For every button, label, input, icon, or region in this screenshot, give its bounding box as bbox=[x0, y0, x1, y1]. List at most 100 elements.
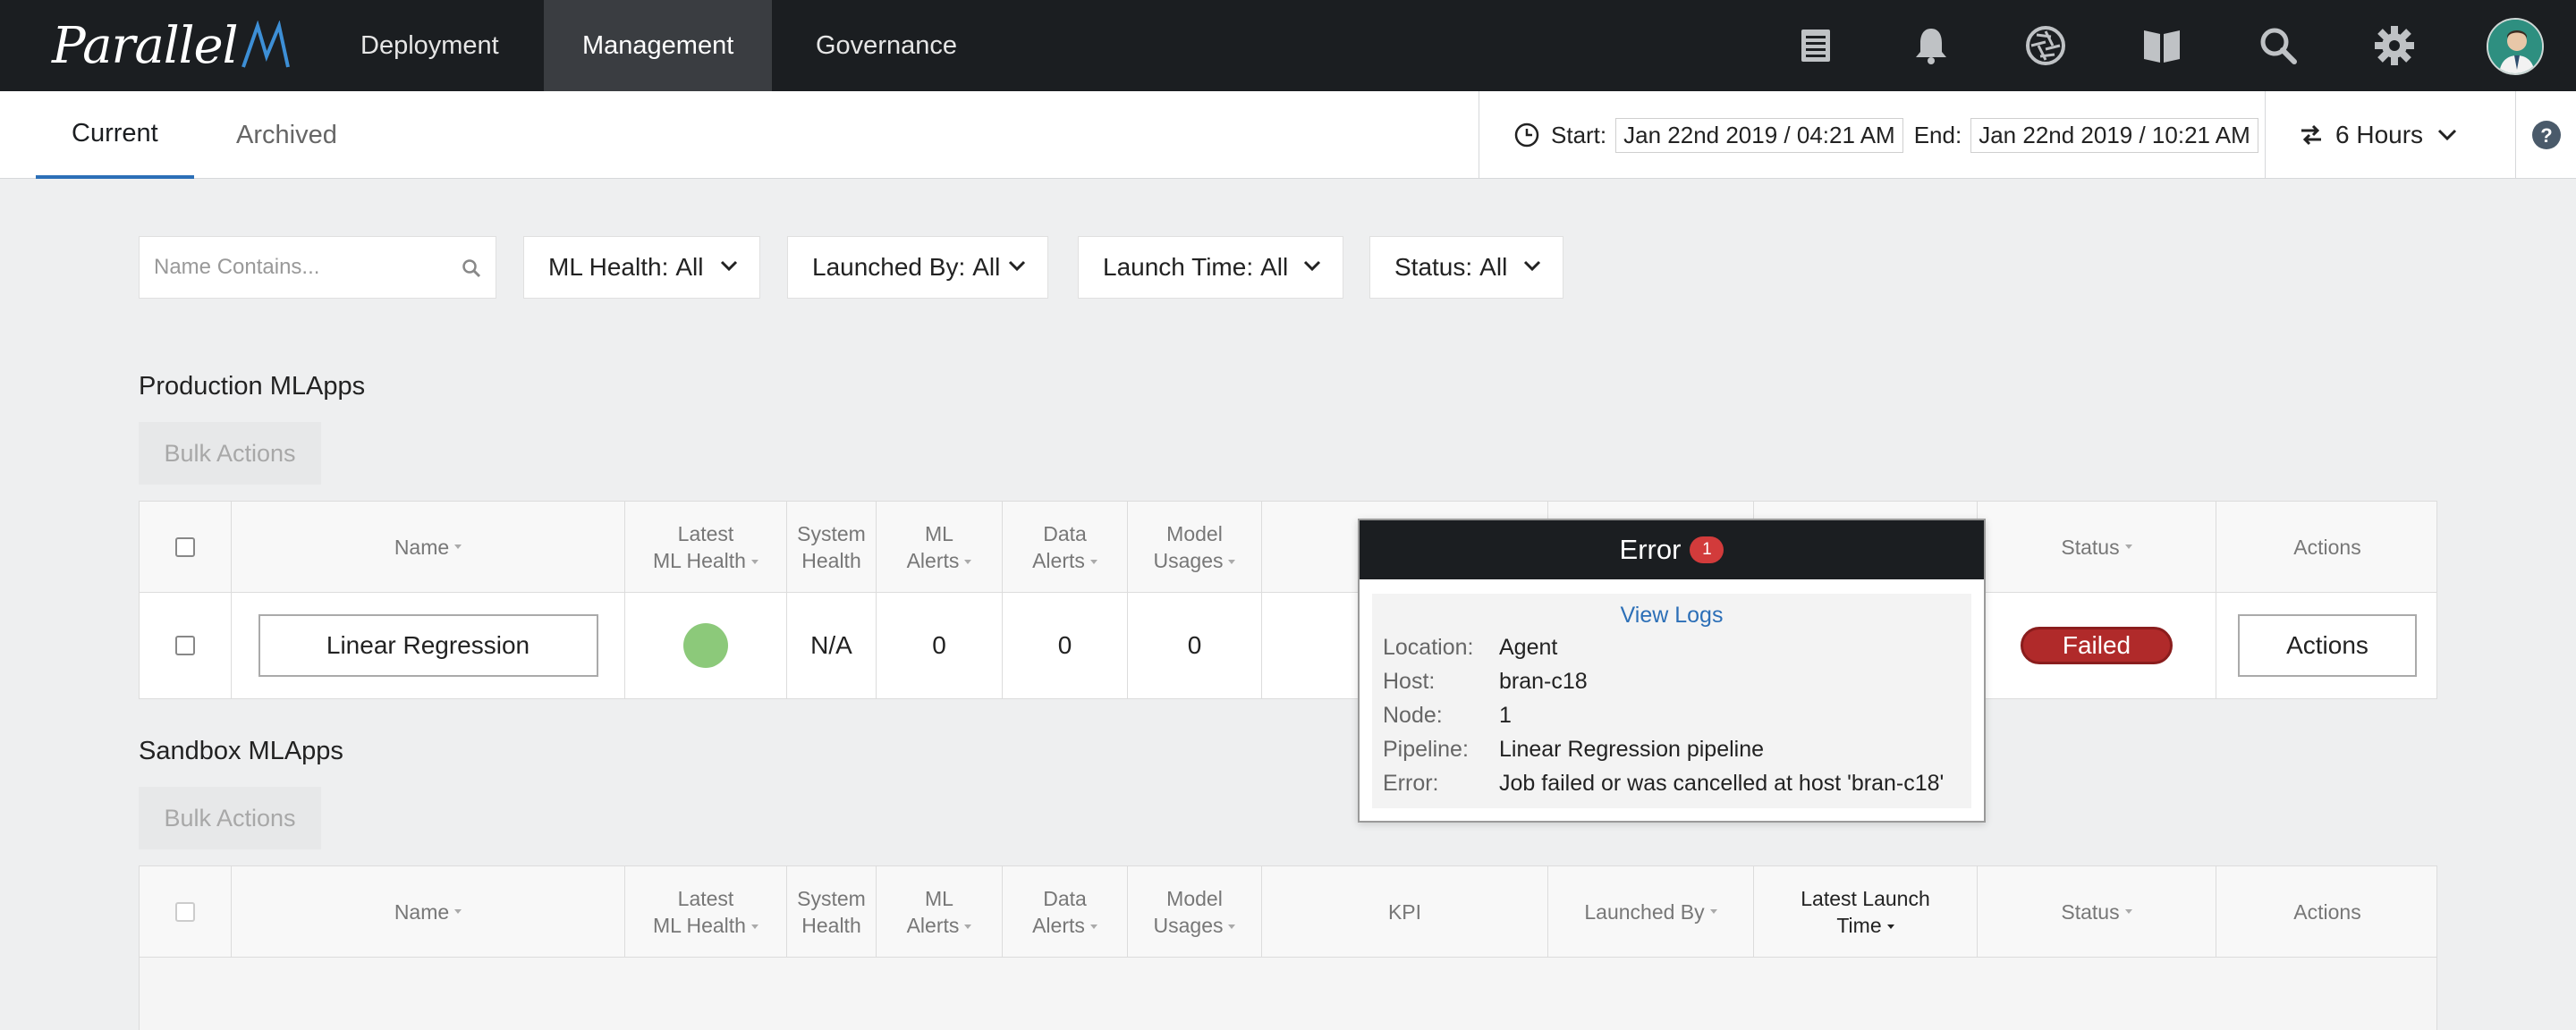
col-label: KPI bbox=[1387, 899, 1422, 924]
col-ml-alerts[interactable]: ML Alerts bbox=[877, 866, 1003, 957]
col-label: ML Health bbox=[653, 548, 746, 572]
col-label: Usages bbox=[1153, 913, 1224, 937]
production-bulk-actions-button[interactable]: Bulk Actions bbox=[139, 422, 321, 485]
field-value: bran-c18 bbox=[1499, 669, 1588, 694]
chevron-down-icon bbox=[1523, 260, 1541, 272]
row-select-cell bbox=[140, 593, 232, 698]
col-data-alerts[interactable]: Data Alerts bbox=[1003, 502, 1128, 592]
sandbox-table: Name Latest ML Health System Health ML Aler… bbox=[139, 865, 2437, 1030]
error-popup-body: View Logs Location: Agent Host: bran-c18 N… bbox=[1372, 594, 1971, 808]
sort-caret-icon bbox=[1228, 924, 1236, 929]
production-section-title: Production MLApps bbox=[139, 372, 366, 401]
search-icon[interactable] bbox=[2252, 20, 2304, 72]
launch-time-filter[interactable]: Launch Time: All bbox=[1078, 236, 1343, 299]
col-actions: Actions bbox=[2216, 866, 2438, 957]
select-all-checkbox[interactable] bbox=[175, 536, 195, 557]
field-key: Pipeline: bbox=[1383, 737, 1469, 762]
col-latest-ml-health[interactable]: Latest ML Health bbox=[625, 866, 787, 957]
launched-by-filter[interactable]: Launched By: All bbox=[787, 236, 1048, 299]
sort-caret-icon bbox=[1886, 924, 1894, 929]
duration-dropdown[interactable]: 6 Hours bbox=[2265, 91, 2515, 179]
nav-governance[interactable]: Governance bbox=[777, 0, 996, 91]
help-button[interactable]: ? bbox=[2515, 91, 2576, 179]
sandbox-bulk-actions-button[interactable]: Bulk Actions bbox=[139, 787, 321, 849]
book-icon[interactable] bbox=[2136, 20, 2188, 72]
col-name[interactable]: Name bbox=[232, 502, 625, 592]
col-label: Usages bbox=[1153, 548, 1224, 572]
nav-deployment[interactable]: Deployment bbox=[322, 0, 538, 91]
bell-icon[interactable] bbox=[1905, 20, 1957, 72]
col-data-alerts[interactable]: Data Alerts bbox=[1003, 866, 1128, 957]
col-label: Data bbox=[1043, 521, 1087, 545]
col-actions: Actions bbox=[2216, 502, 2438, 592]
status-cell: Failed bbox=[1978, 593, 2216, 698]
col-label: Time bbox=[1836, 913, 1882, 937]
sort-caret-icon bbox=[2124, 545, 2132, 549]
select-all-checkbox[interactable] bbox=[175, 901, 195, 922]
chevron-down-icon bbox=[1303, 260, 1321, 272]
gear-icon[interactable] bbox=[2368, 20, 2420, 72]
sort-caret-icon bbox=[964, 924, 972, 929]
status-filter[interactable]: Status: All bbox=[1369, 236, 1563, 299]
col-label: Latest bbox=[677, 521, 734, 545]
health-status-dot[interactable] bbox=[683, 623, 728, 668]
sandbox-section-title: Sandbox MLApps bbox=[139, 737, 343, 765]
col-label: Launched By bbox=[1584, 899, 1705, 924]
col-status[interactable]: Status bbox=[1978, 502, 2216, 592]
data-alerts-cell: 0 bbox=[1003, 593, 1128, 698]
mlapp-name-button[interactable]: Linear Regression bbox=[258, 614, 598, 677]
swap-arrows-icon bbox=[2301, 124, 2321, 146]
reports-icon[interactable] bbox=[1790, 20, 1842, 72]
aperture-icon[interactable] bbox=[2020, 20, 2072, 72]
avatar[interactable] bbox=[2487, 18, 2544, 75]
col-name[interactable]: Name bbox=[232, 866, 625, 957]
status-badge[interactable]: Failed bbox=[2021, 627, 2173, 664]
logo-text: Parallel bbox=[52, 16, 239, 75]
field-key: Error: bbox=[1383, 771, 1439, 796]
col-launched-by[interactable]: Launched By bbox=[1548, 866, 1754, 957]
error-popup: Error 1 View Logs Location: Agent Host: br… bbox=[1358, 519, 1986, 823]
field-value: Linear Regression pipeline bbox=[1499, 737, 1765, 762]
ml-health-cell bbox=[625, 593, 787, 698]
chevron-down-icon bbox=[2437, 129, 2457, 141]
col-status[interactable]: Status bbox=[1978, 866, 2216, 957]
sort-caret-icon bbox=[1228, 559, 1236, 564]
row-checkbox[interactable] bbox=[175, 636, 195, 655]
field-value: 1 bbox=[1499, 703, 1512, 728]
filter-value: All bbox=[675, 253, 704, 281]
svg-text:?: ? bbox=[2540, 124, 2552, 147]
col-model-usages[interactable]: Model Usages bbox=[1128, 502, 1262, 592]
filter-label: ML Health: bbox=[548, 253, 669, 281]
tab-archived[interactable]: Archived bbox=[236, 91, 337, 179]
col-label: Alerts bbox=[906, 913, 960, 937]
col-label: Latest Launch bbox=[1801, 886, 1930, 910]
filter-label: Launched By: bbox=[812, 253, 966, 281]
view-logs-link[interactable]: View Logs bbox=[1372, 603, 1971, 629]
col-label: Health bbox=[801, 913, 861, 937]
ml-health-filter[interactable]: ML Health: All bbox=[523, 236, 760, 299]
col-label: Status bbox=[2061, 535, 2120, 559]
sort-caret-icon bbox=[964, 559, 972, 564]
name-search-input[interactable]: Name Contains... bbox=[139, 236, 496, 299]
sort-caret-icon bbox=[750, 924, 758, 929]
col-model-usages[interactable]: Model Usages bbox=[1128, 866, 1262, 957]
col-label: Actions bbox=[2293, 535, 2361, 559]
field-value: Agent bbox=[1499, 635, 1558, 660]
start-date-field[interactable]: Jan 22nd 2019 / 04:21 AM bbox=[1615, 117, 1903, 153]
col-ml-alerts[interactable]: ML Alerts bbox=[877, 502, 1003, 592]
col-label: Actions bbox=[2293, 899, 2361, 924]
system-health-cell: N/A bbox=[787, 593, 877, 698]
duration-label: 6 Hours bbox=[2335, 121, 2424, 148]
error-field-pipeline: Pipeline: Linear Regression pipeline bbox=[1383, 737, 1764, 763]
actions-button[interactable]: Actions bbox=[2238, 614, 2417, 677]
error-popup-title: Error bbox=[1619, 534, 1682, 565]
col-label: System bbox=[797, 886, 866, 910]
tab-current[interactable]: Current bbox=[36, 91, 194, 179]
parallelm-logo[interactable]: Parallel bbox=[52, 16, 292, 75]
col-latest-launch-time[interactable]: Latest Launch Time bbox=[1754, 866, 1978, 957]
col-latest-ml-health[interactable]: Latest ML Health bbox=[625, 502, 787, 592]
nav-management[interactable]: Management bbox=[544, 0, 773, 91]
table-header: Name Latest ML Health System Health ML Aler… bbox=[140, 502, 2436, 593]
filter-value: All bbox=[972, 253, 1001, 281]
end-date-field[interactable]: Jan 22nd 2019 / 10:21 AM bbox=[1970, 117, 2258, 153]
